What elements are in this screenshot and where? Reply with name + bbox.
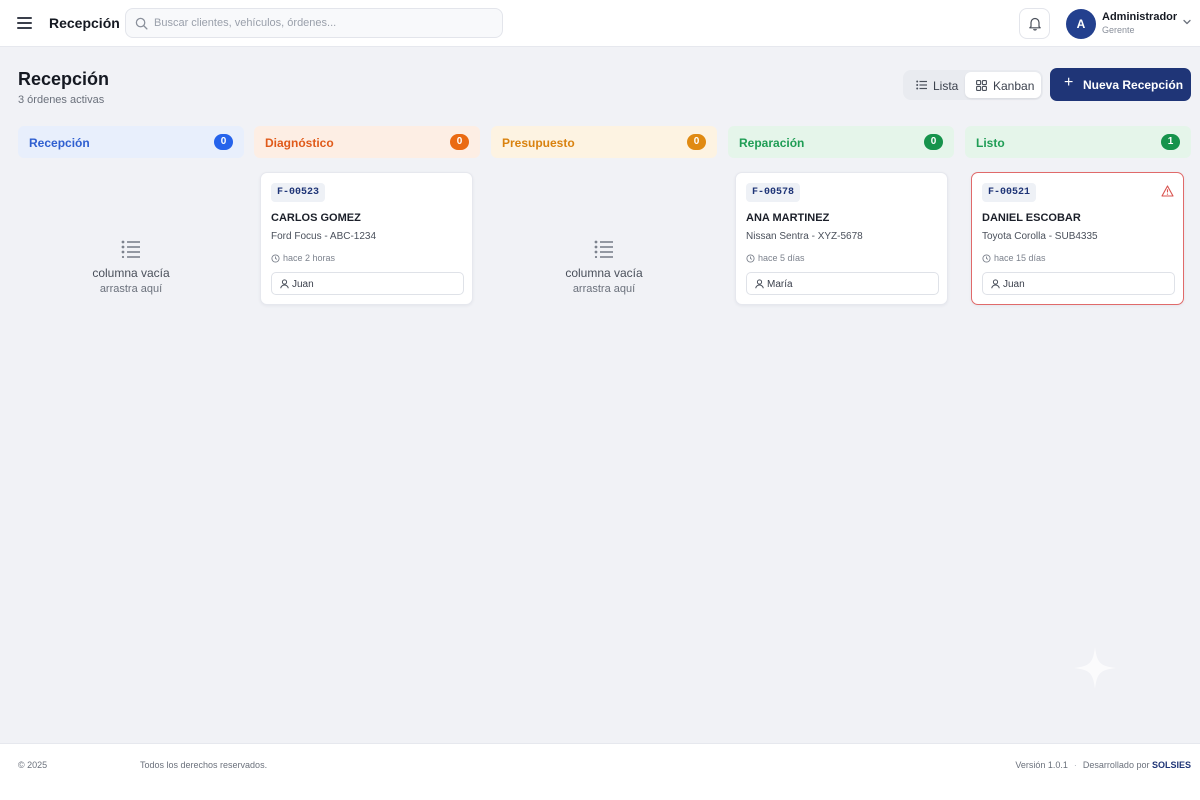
sparkle-icon [1074,647,1116,689]
page-title: Recepción [18,69,110,89]
user-menu[interactable]: A Administrador Gerente [1064,7,1194,41]
empty-hint: arrastra aquí [572,283,636,295]
list-icon [594,240,613,258]
column-name: Diagnóstico [265,136,334,150]
assignee-chip[interactable]: Juan [982,272,1175,295]
footer-meta: Versión 1.0.1 · Desarrollado por SOLSIES [1015,760,1191,770]
elapsed-time: hace 2 horas [271,253,335,263]
avatar: A [1066,9,1096,39]
elapsed-time-label: hace 15 días [994,253,1046,263]
list-icon [121,240,140,258]
elapsed-time-label: hace 2 horas [283,253,336,263]
column-count-badge: 0 [214,134,233,150]
order-code: F-00521 [982,183,1037,202]
empty-title: columna vacía [565,266,643,280]
column-count-badge: 0 [450,134,469,150]
clock-icon [271,254,280,263]
notifications-button[interactable] [1019,8,1050,39]
top-bar: Recepción A Administrador Gerente [0,0,1200,47]
footer: © 2025 Todos los derechos reservados. Ve… [0,743,1200,800]
order-code: F-00578 [746,183,801,202]
order-code: F-00523 [271,183,326,202]
column-name: Presupuesto [502,136,575,150]
clock-icon [982,254,991,263]
page-subtitle: 3 órdenes activas [18,94,105,106]
menu-icon[interactable] [14,12,36,34]
kanban-icon [976,80,987,91]
column-name: Reparación [739,136,805,150]
column-header-presupuesto: Presupuesto 0 [491,126,717,158]
new-reception-label: Nueva Recepción [1083,78,1184,92]
elapsed-time: hace 5 días [746,253,805,263]
view-toggle: Lista Kanban [903,70,1043,100]
user-icon [991,279,1000,289]
column-name: Listo [976,136,1005,150]
vehicle-info: Nissan Sentra - XYZ-5678 [746,231,863,242]
kanban-view-label: Kanban [993,79,1035,93]
brand-link[interactable]: SOLSIES [1152,760,1191,770]
order-card[interactable]: F-00578 ANA MARTINEZ Nissan Sentra - XYZ… [735,172,948,305]
order-card[interactable]: F-00523 CARLOS GOMEZ Ford Focus - ABC-12… [260,172,473,305]
client-name: CARLOS GOMEZ [271,212,361,224]
column-name: Recepción [29,136,90,150]
vehicle-info: Ford Focus - ABC-1234 [271,231,377,242]
version: Versión 1.0.1 [1015,760,1068,770]
elapsed-time: hace 15 días [982,253,1046,263]
search-input[interactable] [154,9,494,37]
assignee-chip[interactable]: Juan [271,272,464,295]
order-card-alert[interactable]: F-00521 DANIEL ESCOBAR Toyota Corolla - … [971,172,1184,305]
empty-title: columna vacía [92,266,170,280]
empty-column-presupuesto[interactable]: columna vacía arrastra aquí [491,240,717,295]
list-view-button[interactable]: Lista [905,72,965,98]
assignee-chip[interactable]: María [746,272,939,295]
app-title: Recepción [49,15,120,31]
column-count-badge: 0 [687,134,706,150]
new-reception-button[interactable]: + Nueva Recepción [1050,68,1191,101]
column-header-diagnostico: Diagnóstico 0 [254,126,480,158]
column-header-recepcion: Recepción 0 [18,126,244,158]
client-name: DANIEL ESCOBAR [982,212,1081,224]
search-icon [135,17,148,30]
empty-column-recepcion[interactable]: columna vacía arrastra aquí [18,240,244,295]
kanban-view-button[interactable]: Kanban [965,72,1041,98]
chevron-down-icon [1183,19,1191,25]
plus-icon: + [1064,74,1074,91]
list-icon [916,80,927,90]
search-box[interactable] [125,8,503,38]
empty-hint: arrastra aquí [99,283,163,295]
user-name: Administrador [1102,11,1178,23]
rights-text: Todos los derechos reservados. [140,760,268,770]
column-count-badge: 1 [1161,134,1180,150]
assignee-name: Juan [292,279,314,290]
column-count-badge: 0 [924,134,943,150]
copyright: © 2025 [18,760,48,770]
user-icon [280,279,289,289]
list-view-label: Lista [933,79,959,93]
assignee-name: Juan [1003,279,1025,290]
user-role: Gerente [1102,25,1135,35]
separator: · [1073,760,1077,770]
elapsed-time-label: hace 5 días [758,253,805,263]
user-icon [755,279,764,289]
developed-by: Desarrollado por [1082,760,1150,770]
assignee-name: María [767,279,793,290]
bell-icon [1029,17,1041,31]
column-header-listo: Listo 1 [965,126,1191,158]
warning-icon [1161,185,1174,197]
client-name: ANA MARTINEZ [746,212,830,224]
vehicle-info: Toyota Corolla - SUB4335 [982,231,1098,242]
clock-icon [746,254,755,263]
column-header-reparacion: Reparación 0 [728,126,954,158]
